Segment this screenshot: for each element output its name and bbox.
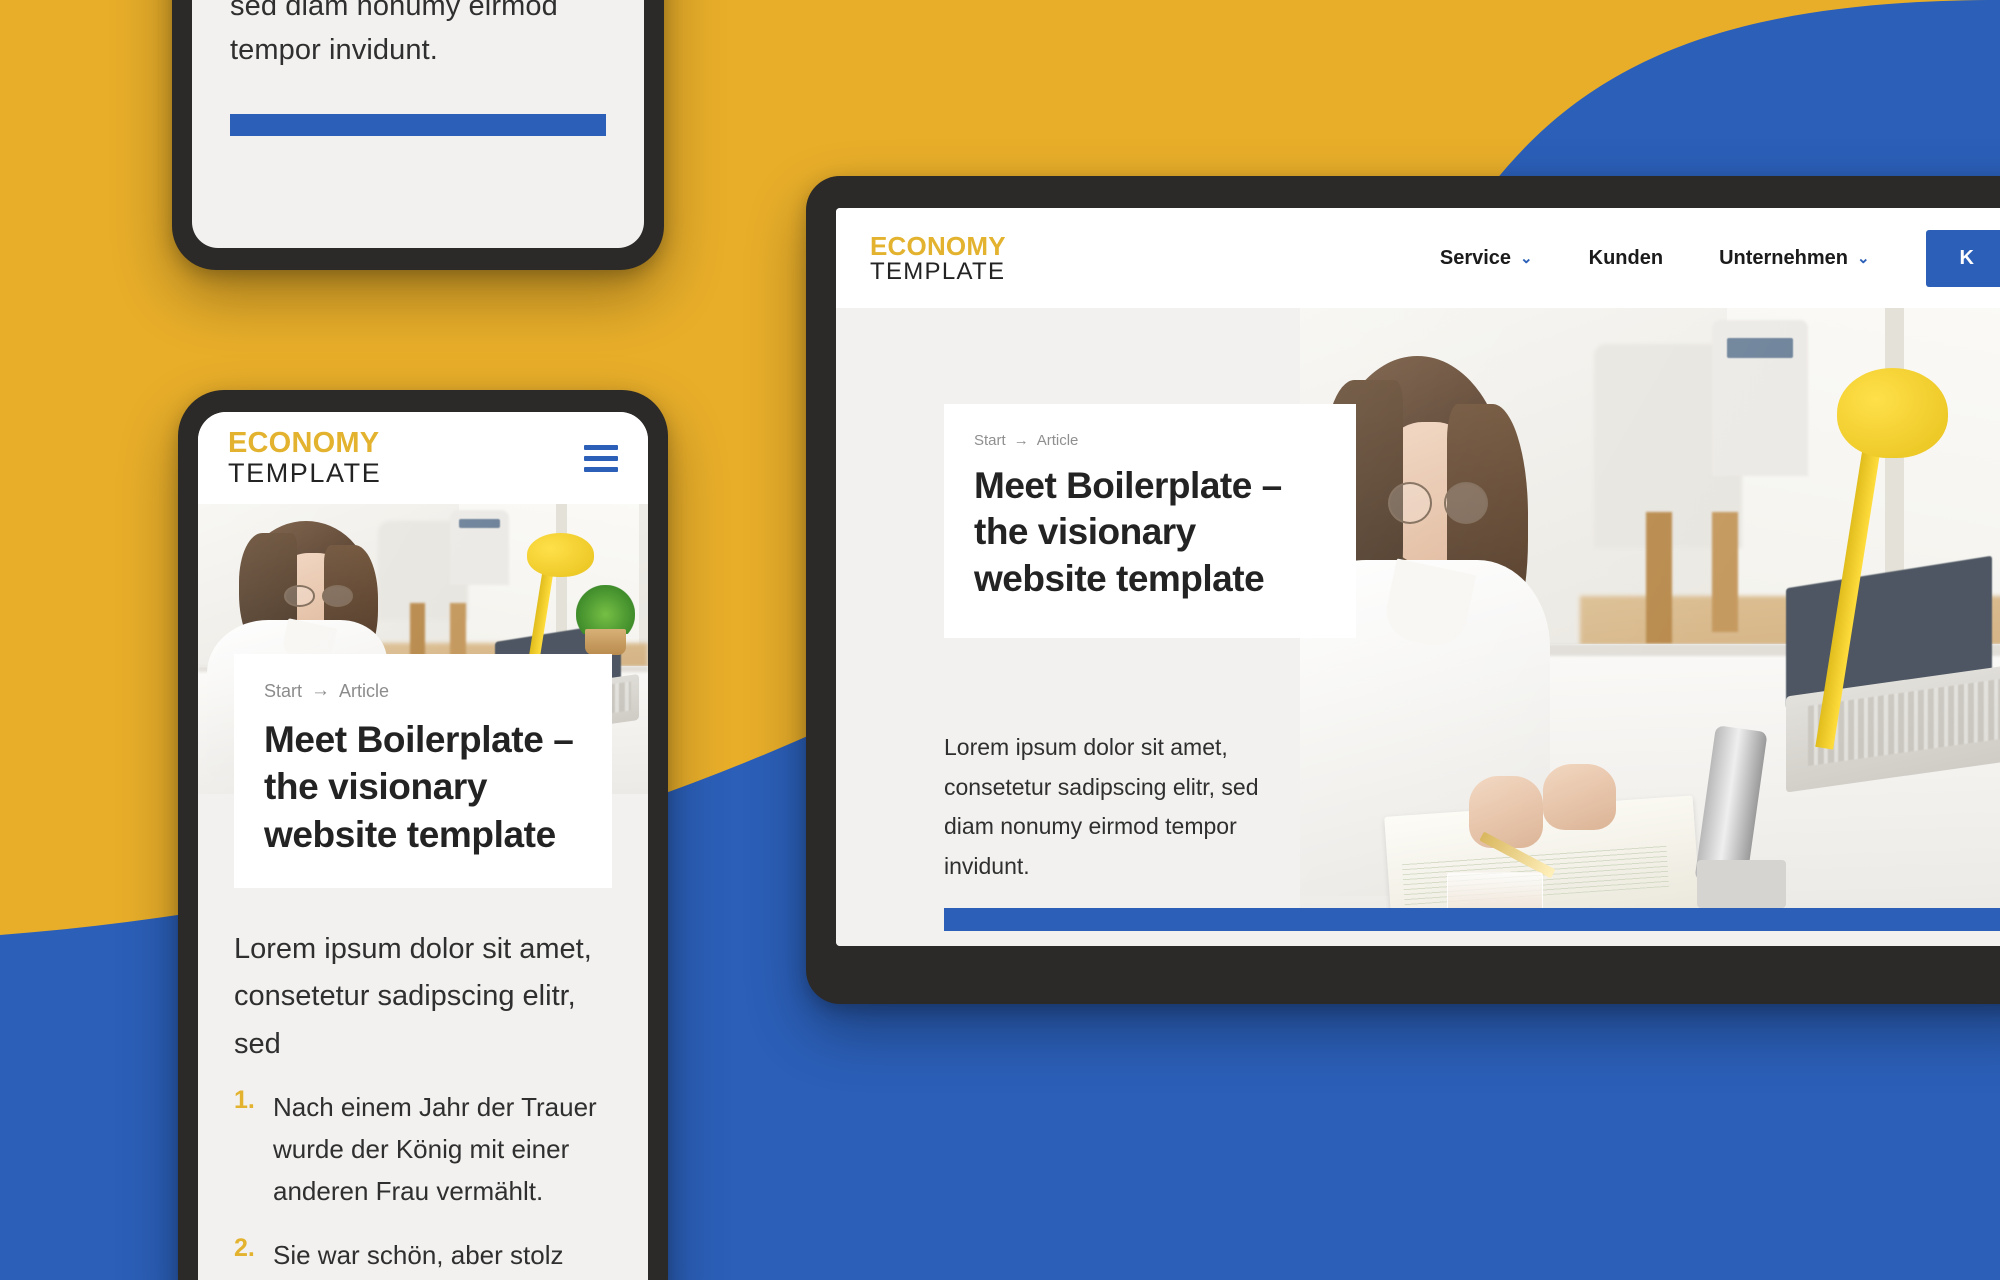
phone-headline-card: Start → Article Meet Boilerplate – the v… <box>234 654 612 889</box>
laptop-page-title: Meet Boilerplate – the visionary website… <box>974 465 1282 599</box>
breadcrumb-current: Article <box>1036 432 1079 449</box>
breadcrumb-arrow-icon: → <box>311 680 331 701</box>
hero-image-laptop <box>1300 308 2000 908</box>
list-item-text: Sie war schön, aber stolz und übermütig. <box>273 1240 564 1271</box>
list-item-text: Nach einem Jahr der Trauer wurde der Kön… <box>273 1091 597 1207</box>
nav-item-label: Kunden <box>1588 246 1664 269</box>
device-phone-top: consetetur sadipscing elitr, sed diam no… <box>172 0 664 270</box>
laptop-logo-line2: TEMPLATE <box>870 257 1006 285</box>
hamburger-icon[interactable] <box>584 444 618 472</box>
nav-item-service[interactable]: Service ⌄ <box>1440 247 1533 270</box>
phone-navbar: ECONOMY TEMPLATE <box>198 412 648 504</box>
breadcrumb-arrow-icon: → <box>1013 432 1029 449</box>
laptop-logo-line1: ECONOMY <box>870 230 1006 261</box>
nav-item-label: Service <box>1439 246 1512 269</box>
laptop-logo[interactable]: ECONOMY TEMPLATE <box>870 233 1006 284</box>
phone-logo[interactable]: ECONOMY TEMPLATE <box>228 429 381 487</box>
laptop-hero-section: Start → Article Meet Boilerplate – the v… <box>836 308 2000 946</box>
laptop-nav-menu: Service ⌄ Kunden Unternehmen ⌄ K <box>1440 229 2000 287</box>
chevron-down-icon: ⌄ <box>1520 249 1533 267</box>
breadcrumb: Start → Article <box>974 432 1326 449</box>
chevron-down-icon: ⌄ <box>1856 249 1870 267</box>
list-item: 2. Sie war schön, aber stolz und übermüt… <box>234 1234 612 1280</box>
phone-top-paragraph: consetetur sadipscing elitr, sed diam no… <box>230 0 558 67</box>
nav-item-unternehmen[interactable]: Unternehmen ⌄ <box>1719 247 1869 270</box>
list-item-number: 2. <box>234 1234 255 1263</box>
phone-screen: ECONOMY TEMPLATE Start → Article Meet Bo… <box>198 412 648 1280</box>
phone-numbered-list: 1. Nach einem Jahr der Trauer wurde der … <box>234 1086 612 1280</box>
breadcrumb-home[interactable]: Start <box>264 681 302 702</box>
phone-logo-line1: ECONOMY <box>228 427 380 459</box>
nav-item-kunden[interactable]: Kunden <box>1589 247 1663 270</box>
list-item-number: 1. <box>234 1085 255 1114</box>
phone-top-accent-bar <box>230 114 606 137</box>
device-phone-main: ECONOMY TEMPLATE Start → Article Meet Bo… <box>178 390 668 1280</box>
phone-top-screen: consetetur sadipscing elitr, sed diam no… <box>192 0 644 248</box>
hamburger-line <box>584 455 618 461</box>
breadcrumb-home[interactable]: Start <box>974 432 1006 449</box>
laptop-accent-bar <box>944 908 2000 931</box>
phone-page-title: Meet Boilerplate – the visionary website… <box>264 719 574 855</box>
laptop-paragraph: Lorem ipsum dolor sit amet, consetetur s… <box>944 734 1259 879</box>
laptop-navbar: ECONOMY TEMPLATE Service ⌄ Kunden Untern… <box>836 208 2000 308</box>
hamburger-line <box>584 466 618 472</box>
breadcrumb-current: Article <box>339 680 390 701</box>
hamburger-line <box>584 444 618 450</box>
nav-item-label: Unternehmen <box>1719 246 1848 269</box>
breadcrumb: Start → Article <box>264 680 582 702</box>
phone-logo-line2: TEMPLATE <box>228 458 382 488</box>
device-laptop: ECONOMY TEMPLATE Service ⌄ Kunden Untern… <box>806 176 2000 1004</box>
phone-paragraph: Lorem ipsum dolor sit amet, consetetur s… <box>234 933 592 1060</box>
laptop-screen: ECONOMY TEMPLATE Service ⌄ Kunden Untern… <box>836 208 2000 946</box>
laptop-headline-card: Start → Article Meet Boilerplate – the v… <box>944 404 1356 638</box>
contact-button[interactable]: K <box>1925 229 2000 287</box>
list-item: 1. Nach einem Jahr der Trauer wurde der … <box>234 1086 612 1212</box>
